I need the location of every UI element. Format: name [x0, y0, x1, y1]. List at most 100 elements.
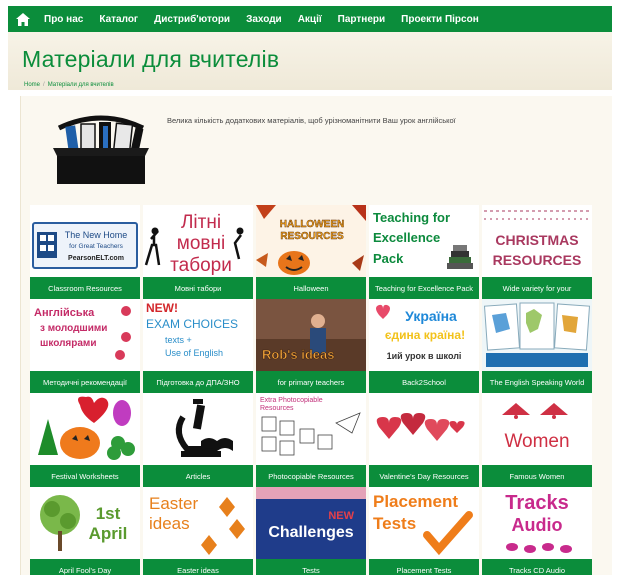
tile-caption: Famous Women	[482, 465, 592, 487]
tile-image: Easter ideas	[143, 487, 253, 559]
tile-caption: Placement Tests	[369, 559, 479, 575]
tile-image-text: texts +	[165, 335, 192, 345]
tile-image-text: школярами	[40, 338, 96, 349]
tile-tracks-audio[interactable]: Tracks Audio Tracks CD Audio	[482, 487, 592, 575]
tile-image-text: Placement	[373, 492, 458, 511]
tile-easter-ideas[interactable]: Easter ideas Easter ideas	[143, 487, 253, 575]
breadcrumb-home[interactable]: Home	[24, 82, 40, 88]
tile-tests[interactable]: NEW Challenges Tests	[256, 487, 366, 575]
tile-image-text: The New Home	[65, 230, 128, 240]
tile-exam-prep[interactable]: NEW! EXAM CHOICES texts + Use of English…	[143, 299, 253, 393]
tile-placement-tests[interactable]: Placement Tests Placement Tests	[369, 487, 479, 575]
tile-caption: Wide variety for your	[482, 277, 592, 299]
tile-april-fools[interactable]: 1st April April Fool's Day	[30, 487, 140, 575]
page-header: Матеріали для вчителів Home / Матеріали дл…	[8, 32, 612, 90]
tile-language-camps[interactable]: Літні мовні табори Мовні табори	[143, 205, 253, 299]
home-icon[interactable]	[8, 6, 38, 32]
page-title: Матеріали для вчителів	[22, 46, 280, 72]
tile-image-text: Pack	[373, 251, 404, 266]
intro-text: Велика кількість додаткових матеріалів, …	[167, 116, 456, 125]
tile-methodical-recommendations[interactable]: Англійська з молодшими школярами Методич…	[30, 299, 140, 393]
tile-image-text: 1st	[96, 504, 121, 523]
tile-famous-women[interactable]: Women Famous Women	[482, 393, 592, 487]
tile-image: The New Home for Great Teachers PearsonE…	[30, 205, 140, 277]
tile-image-text: PearsonELT.com	[68, 255, 124, 262]
tile-image-text: Audio	[512, 515, 563, 535]
tile-image: Women	[482, 393, 592, 465]
tile-image-text: CHRISTMAS	[495, 232, 578, 248]
tile-image-text: Challenges	[268, 524, 353, 541]
tile-english-speaking-world[interactable]: The English Speaking World	[482, 299, 592, 393]
tile-caption: The English Speaking World	[482, 371, 592, 393]
nav-item-events[interactable]: Заходи	[246, 14, 282, 25]
tile-image-text: HALLOWEEN	[280, 219, 344, 230]
tile-articles[interactable]: Articles	[143, 393, 253, 487]
toolbox-icon	[49, 112, 153, 186]
tile-image: Extra Photocopiable Resources	[256, 393, 366, 465]
tile-caption: Easter ideas	[143, 559, 253, 575]
tile-robs-ideas[interactable]: Rob's ideas for primary teachers	[256, 299, 366, 393]
tile-image-text: з молодшими	[40, 323, 107, 334]
tile-image-text: Англійська	[34, 307, 95, 319]
tile-classroom-resources[interactable]: The New Home for Great Teachers PearsonE…	[30, 205, 140, 299]
tile-image-text: for Great Teachers	[69, 243, 123, 250]
tile-caption: Photocopiable Resources	[256, 465, 366, 487]
nav-item-about[interactable]: Про нас	[44, 14, 83, 25]
tile-image-text: Teaching for	[373, 210, 450, 225]
tile-image-text: Women	[504, 431, 569, 452]
tile-caption: for primary teachers	[256, 371, 366, 393]
tile-image-text: табори	[170, 255, 232, 276]
tile-caption: Tests	[256, 559, 366, 575]
tile-caption: Back2School	[369, 371, 479, 393]
tile-image: HALLOWEEN RESOURCES	[256, 205, 366, 277]
tile-image: NEW Challenges	[256, 487, 366, 559]
tile-image-text: Use of English	[165, 348, 223, 358]
tile-image: Англійська з молодшими школярами	[30, 299, 140, 371]
tile-halloween[interactable]: HALLOWEEN RESOURCES Halloween	[256, 205, 366, 299]
nav-item-distributors[interactable]: Дистриб'ютори	[154, 14, 230, 25]
tile-image: CHRISTMAS RESOURCES	[482, 205, 592, 277]
tile-image: Літні мовні табори	[143, 205, 253, 277]
tile-image-text: RESOURCES	[280, 231, 344, 242]
tile-image: Tracks Audio	[482, 487, 592, 559]
tile-image-text: Tracks	[505, 492, 568, 514]
tile-image-text: RESOURCES	[493, 252, 582, 268]
tile-image: Україна єдина країна! 1ий урок в школі	[369, 299, 479, 371]
tile-caption: Tracks CD Audio	[482, 559, 592, 575]
tile-image: Rob's ideas	[256, 299, 366, 371]
tile-image-text: Літні	[181, 212, 221, 233]
tile-image-text: Easter	[149, 494, 198, 513]
tile-caption: Classroom Resources	[30, 277, 140, 299]
tile-caption: Методичні рекомендації	[30, 371, 140, 393]
nav-item-pearson-projects[interactable]: Проекти Пірсон	[401, 14, 479, 25]
top-nav: Про нас Каталог Дистриб'ютори Заходи Акц…	[8, 6, 612, 32]
tile-image	[143, 393, 253, 465]
tile-image-text: Tests	[373, 514, 416, 533]
nav-item-partners[interactable]: Партнери	[338, 14, 385, 25]
tile-image-text: EXAM CHOICES	[146, 317, 238, 331]
tile-image-text: Extra Photocopiable	[260, 397, 323, 404]
tile-image	[369, 393, 479, 465]
tile-festival-worksheets[interactable]: Festival Worksheets	[30, 393, 140, 487]
tile-valentines[interactable]: Valentine's Day Resources	[369, 393, 479, 487]
tile-caption: Teaching for Excellence Pack	[369, 277, 479, 299]
tile-image: NEW! EXAM CHOICES texts + Use of English	[143, 299, 253, 371]
tile-image-text: мовні	[177, 233, 225, 254]
tile-image	[30, 393, 140, 465]
tile-caption: Мовні табори	[143, 277, 253, 299]
tile-caption: Festival Worksheets	[30, 465, 140, 487]
tile-image-text: єдина країна!	[385, 328, 465, 342]
tile-christmas[interactable]: CHRISTMAS RESOURCES Wide variety for you…	[482, 205, 592, 299]
tile-photocopiable[interactable]: Extra Photocopiable Resources Photocopia…	[256, 393, 366, 487]
tile-image: Teaching for Excellence Pack	[369, 205, 479, 277]
tile-image	[482, 299, 592, 371]
tile-back2school[interactable]: Україна єдина країна! 1ий урок в школі B…	[369, 299, 479, 393]
nav-item-promotions[interactable]: Акції	[298, 14, 322, 25]
tile-image: Placement Tests	[369, 487, 479, 559]
tile-teaching-excellence[interactable]: Teaching for Excellence Pack Teaching fo…	[369, 205, 479, 299]
tile-image: 1st April	[30, 487, 140, 559]
nav-item-catalog[interactable]: Каталог	[99, 14, 138, 25]
breadcrumb: Home / Матеріали для вчителів	[24, 82, 114, 88]
tile-image-text: ideas	[149, 514, 190, 533]
tile-image-text: Rob's ideas	[262, 347, 334, 362]
